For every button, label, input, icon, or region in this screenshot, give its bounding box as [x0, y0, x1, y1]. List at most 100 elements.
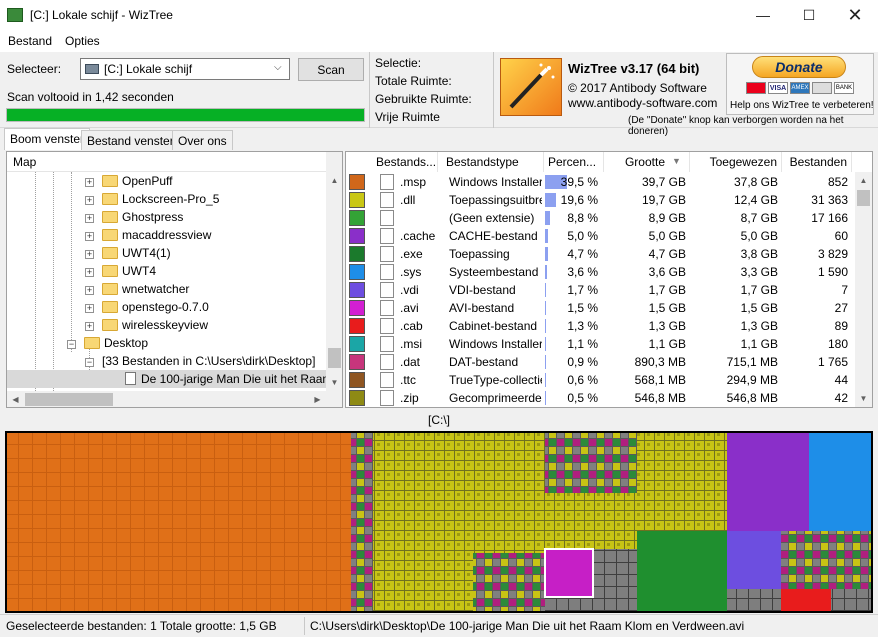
- product-name: WizTree v3.17 (64 bit): [568, 61, 700, 76]
- tree-folder-item[interactable]: + wnetwatcher: [85, 280, 189, 298]
- scroll-up-icon[interactable]: ▲: [855, 172, 872, 189]
- close-icon[interactable]: ✕: [832, 0, 878, 30]
- tree-hscroll[interactable]: ◀ ▶: [7, 391, 342, 407]
- table-row[interactable]: .dll Toepassingsuitbrei 19,6 % 19,7 GB 12,4 …: [346, 191, 852, 209]
- color-swatch: [349, 390, 365, 406]
- scroll-down-icon[interactable]: ▼: [855, 390, 872, 407]
- table-vscroll[interactable]: ▲ ▼: [855, 172, 872, 407]
- cell-size: 19,7 GB: [641, 193, 686, 207]
- table-row[interactable]: .avi AVI-bestand 1,5 % 1,5 GB 1,5 GB 27: [346, 299, 852, 317]
- table-row[interactable]: .msp Windows Installer- 39,5 % 39,7 GB 37,8 …: [346, 173, 852, 191]
- cell-allocated: 3,8 GB: [740, 247, 778, 261]
- table-row[interactable]: .cache CACHE-bestand 5,0 % 5,0 GB 5,0 GB 60: [346, 227, 852, 245]
- tree-folder-item[interactable]: + Ghostpress: [85, 208, 183, 226]
- table-row[interactable]: .msi Windows Installer- 1,1 % 1,1 GB 1,1 GB 1…: [346, 335, 852, 353]
- col-extension[interactable]: Bestands...: [372, 152, 438, 172]
- cell-extension: .msi: [400, 337, 422, 351]
- tree-folder-item[interactable]: + openstego-0.7.0: [85, 298, 209, 316]
- cell-size: 3,6 GB: [648, 265, 686, 279]
- donate-button[interactable]: Donate: [752, 56, 846, 78]
- tree-folder-item[interactable]: + wirelesskeyview: [85, 316, 208, 334]
- tree-vscroll[interactable]: ▲ ▼: [326, 152, 342, 391]
- cell-filetype: Windows Installer-: [449, 337, 542, 351]
- top-panel: Selecteer: [C:] Lokale schijf ⌵ Scan Sca…: [0, 52, 878, 137]
- expand-icon[interactable]: +: [85, 196, 94, 205]
- tree-hscroll-thumb[interactable]: [25, 393, 113, 406]
- tree-folder-item[interactable]: + OpenPuff: [85, 172, 172, 190]
- file-type-icon: [380, 318, 394, 334]
- cell-filetype: Toepassing: [449, 247, 510, 261]
- scroll-right-icon[interactable]: ▶: [309, 391, 326, 407]
- tree-files-node[interactable]: − [33 Bestanden in C:\Users\dirk\Desktop]: [85, 352, 315, 370]
- color-swatch: [349, 354, 365, 370]
- tree-folder-item[interactable]: + Lockscreen-Pro_5: [85, 190, 219, 208]
- tab-about[interactable]: Over ons: [172, 130, 233, 150]
- expand-icon[interactable]: +: [85, 178, 94, 187]
- table-row[interactable]: .dat DAT-bestand 0,9 % 890,3 MB 715,1 MB 1 76…: [346, 353, 852, 371]
- tree-folder-item[interactable]: + UWT4(1): [85, 244, 171, 262]
- cell-extension: .exe: [400, 247, 423, 261]
- treemap[interactable]: [5, 431, 873, 613]
- expand-icon[interactable]: +: [85, 214, 94, 223]
- expand-icon[interactable]: +: [85, 322, 94, 331]
- table-row[interactable]: .vdi VDI-bestand 1,7 % 1,7 GB 1,7 GB 7: [346, 281, 852, 299]
- col-percent[interactable]: Percen...: [544, 152, 604, 172]
- table-row[interactable]: .ttc TrueType-collectie 0,6 % 568,1 MB 294,9…: [346, 371, 852, 389]
- expand-icon[interactable]: +: [85, 232, 94, 241]
- wizard-logo-icon: [500, 58, 562, 116]
- minimize-icon[interactable]: —: [740, 0, 786, 30]
- menu-options[interactable]: Opties: [65, 34, 100, 48]
- collapse-icon[interactable]: −: [67, 340, 76, 349]
- tree-header[interactable]: Map: [7, 152, 326, 172]
- tree-folder-item[interactable]: + UWT4: [85, 262, 156, 280]
- cell-allocated: 8,7 GB: [740, 211, 778, 225]
- table-row[interactable]: .zip Gecomprimeerde (0,5 % 546,8 MB 546,8 M…: [346, 389, 852, 407]
- cell-extension: .dll: [400, 193, 416, 207]
- table-row[interactable]: (Geen extensie) 8,8 % 8,9 GB 8,7 GB 17 166: [346, 209, 852, 227]
- drive-select[interactable]: [C:] Lokale schijf ⌵: [80, 58, 290, 80]
- tree-desktop-item[interactable]: − Desktop: [67, 334, 148, 352]
- scroll-up-icon[interactable]: ▲: [326, 172, 342, 189]
- cell-allocated: 1,5 GB: [740, 301, 778, 315]
- tree-vscroll-thumb[interactable]: [328, 348, 341, 368]
- table-vscroll-thumb[interactable]: [857, 190, 870, 206]
- scan-button[interactable]: Scan: [298, 58, 364, 81]
- file-type-icon: [380, 282, 394, 298]
- scroll-down-icon[interactable]: ▼: [326, 374, 342, 391]
- folder-icon: [102, 229, 118, 241]
- cell-extension: .ttc: [400, 373, 417, 387]
- dropdown-arrow-icon[interactable]: ⌵: [274, 62, 282, 73]
- cell-percent: 1,1 %: [567, 337, 598, 351]
- col-filetype[interactable]: Bestandstype: [442, 152, 544, 172]
- menu-file[interactable]: Bestand: [8, 34, 52, 48]
- col-allocated[interactable]: Toegewezen: [690, 152, 782, 172]
- tab-file-view[interactable]: Bestand venster: [81, 130, 180, 150]
- expand-icon[interactable]: +: [85, 286, 94, 295]
- website-link[interactable]: www.antibody-software.com: [568, 96, 717, 110]
- col-files[interactable]: Bestanden: [782, 152, 852, 172]
- scroll-left-icon[interactable]: ◀: [7, 391, 24, 407]
- table-row[interactable]: .cab Cabinet-bestand 1,3 % 1,3 GB 1,3 GB 89: [346, 317, 852, 335]
- color-swatch: [349, 336, 365, 352]
- cell-filetype: DAT-bestand: [449, 355, 519, 369]
- expand-icon[interactable]: +: [85, 268, 94, 277]
- file-type-icon: [380, 372, 394, 388]
- expand-icon[interactable]: +: [85, 304, 94, 313]
- cell-extension: .msp: [400, 175, 427, 189]
- echeck-icon: [812, 82, 832, 94]
- app-icon: [7, 8, 23, 22]
- tree-desktop-label: Desktop: [104, 336, 149, 350]
- expand-icon[interactable]: +: [85, 250, 94, 259]
- tab-tree-view[interactable]: Boom venster: [4, 128, 91, 150]
- copyright: © 2017 Antibody Software: [568, 81, 707, 95]
- collapse-icon[interactable]: −: [85, 358, 94, 367]
- status-bar: Geselecteerde bestanden: 1 Totale groott…: [0, 614, 878, 637]
- cell-filetype: Windows Installer-: [449, 175, 542, 189]
- tree-selected-file[interactable]: De 100-jarige Man Die uit het Raam Kl: [7, 370, 342, 388]
- table-row[interactable]: .exe Toepassing 4,7 % 4,7 GB 3,8 GB 3 829: [346, 245, 852, 263]
- folder-icon: [84, 337, 100, 349]
- tree-folder-item[interactable]: + macaddressview: [85, 226, 211, 244]
- cell-filetype: CACHE-bestand: [449, 229, 538, 243]
- maximize-icon[interactable]: ☐: [786, 0, 832, 30]
- table-row[interactable]: .sys Systeembestand 3,6 % 3,6 GB 3,3 GB 1 590: [346, 263, 852, 281]
